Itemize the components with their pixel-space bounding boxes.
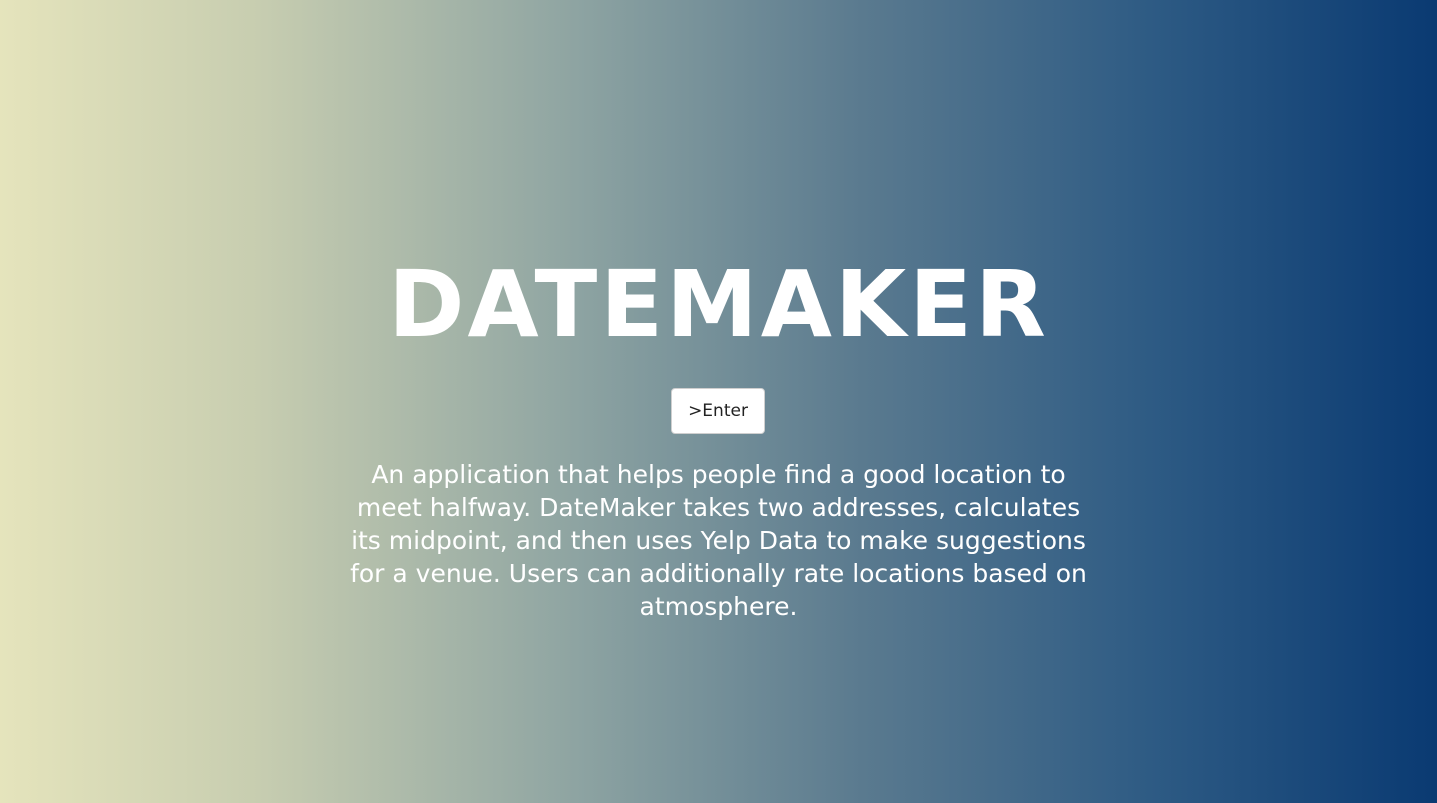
page-title: DATEMAKER (388, 251, 1049, 358)
enter-button[interactable]: >Enter (671, 388, 765, 434)
app-description: An application that helps people find a … (350, 460, 1087, 621)
hero-section: DATEMAKER >Enter An application that hel… (0, 0, 1437, 803)
